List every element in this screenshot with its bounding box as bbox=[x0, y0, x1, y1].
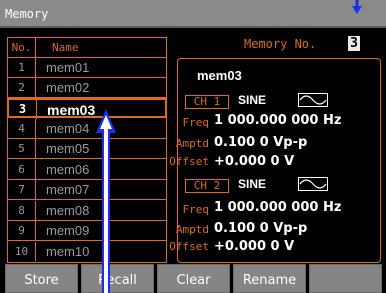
memory-list-header: No. Name bbox=[8, 38, 166, 58]
sine-wave-icon bbox=[298, 93, 328, 107]
memory-row-no: 7 bbox=[8, 180, 36, 199]
memory-row-no: 4 bbox=[8, 119, 36, 138]
detail-memory-name: mem03 bbox=[197, 68, 242, 83]
down-arrow-icon bbox=[352, 0, 362, 14]
blank-softkey[interactable] bbox=[309, 264, 382, 293]
memory-row-name: mem05 bbox=[46, 141, 90, 156]
memory-row-name: mem02 bbox=[46, 80, 90, 95]
memory-row-name: mem08 bbox=[46, 203, 90, 218]
memory-row-name: mem09 bbox=[46, 223, 90, 238]
column-header-no: No. bbox=[8, 38, 36, 57]
column-header-name: Name bbox=[52, 41, 79, 54]
memory-row-name: mem06 bbox=[46, 162, 90, 177]
memory-number-field[interactable]: 3 bbox=[348, 36, 360, 51]
memory-row-10[interactable]: 10 mem10 bbox=[8, 242, 166, 262]
channel-1-amptd-label: Amptd bbox=[175, 137, 209, 150]
channel-1-freq-value: 1 000.000 000 Hz bbox=[214, 113, 342, 128]
memory-row-name: mem10 bbox=[46, 244, 90, 259]
rename-softkey[interactable]: Rename bbox=[233, 264, 306, 293]
memory-row-5[interactable]: 5 mem05 bbox=[8, 139, 166, 159]
channel-1-badge: CH 1 bbox=[185, 95, 229, 109]
memory-row-4[interactable]: 4 mem04 bbox=[8, 119, 166, 139]
memory-list: No. Name 1 mem01 2 mem02 3 mem03 4 mem04… bbox=[7, 37, 167, 263]
memory-row-name: mem03 bbox=[47, 102, 96, 118]
sine-wave-icon bbox=[298, 177, 328, 191]
softkey-bar: Store Recall Clear Rename bbox=[0, 264, 386, 293]
channel-1-amptd-value: 0.100 0 Vp-p bbox=[214, 135, 308, 150]
store-softkey[interactable]: Store bbox=[5, 264, 78, 293]
memory-row-2[interactable]: 2 mem02 bbox=[8, 78, 166, 98]
memory-row-no: 8 bbox=[8, 201, 36, 220]
memory-row-no: 5 bbox=[8, 139, 36, 158]
memory-row-no: 6 bbox=[8, 160, 36, 179]
memory-row-no: 3 bbox=[9, 100, 37, 119]
channel-2-badge: CH 2 bbox=[185, 179, 229, 193]
memory-number-label: Memory No. bbox=[244, 37, 317, 51]
channel-2-waveform: SINE bbox=[238, 177, 267, 191]
channel-1-waveform: SINE bbox=[238, 93, 267, 107]
channel-2-freq-value: 1 000.000 000 Hz bbox=[214, 200, 342, 215]
memory-row-no: 10 bbox=[8, 242, 36, 261]
channel-2-freq-label: Freq bbox=[182, 203, 210, 216]
memory-row-9[interactable]: 9 mem09 bbox=[8, 221, 166, 241]
channel-1-freq-label: Freq bbox=[182, 116, 210, 129]
clear-softkey[interactable]: Clear bbox=[157, 264, 230, 293]
pointer-arrow-icon bbox=[96, 109, 116, 293]
channel-1-offset-label: Offset bbox=[169, 155, 209, 168]
window-title: Memory bbox=[5, 7, 49, 21]
memory-row-name: mem01 bbox=[46, 60, 90, 75]
memory-row-no: 1 bbox=[8, 58, 36, 77]
memory-row-no: 2 bbox=[8, 78, 36, 97]
memory-row-no: 9 bbox=[8, 221, 36, 240]
memory-row-6[interactable]: 6 mem06 bbox=[8, 160, 166, 180]
channel-2-amptd-label: Amptd bbox=[175, 223, 209, 236]
memory-row-7[interactable]: 7 mem07 bbox=[8, 180, 166, 200]
channel-2-offset-value: +0.000 0 V bbox=[214, 239, 295, 254]
memory-row-name: mem07 bbox=[46, 182, 90, 197]
channel-2-amptd-value: 0.100 0 Vp-p bbox=[214, 221, 308, 236]
channel-2-offset-label: Offset bbox=[169, 240, 209, 253]
memory-row-name: mem04 bbox=[46, 121, 90, 136]
channel-1-offset-value: +0.000 0 V bbox=[214, 154, 295, 169]
memory-row-1[interactable]: 1 mem01 bbox=[8, 58, 166, 78]
memory-row-8[interactable]: 8 mem08 bbox=[8, 201, 166, 221]
memory-row-3-selected[interactable]: 3 mem03 bbox=[7, 98, 167, 119]
title-bar: Memory bbox=[0, 0, 386, 28]
